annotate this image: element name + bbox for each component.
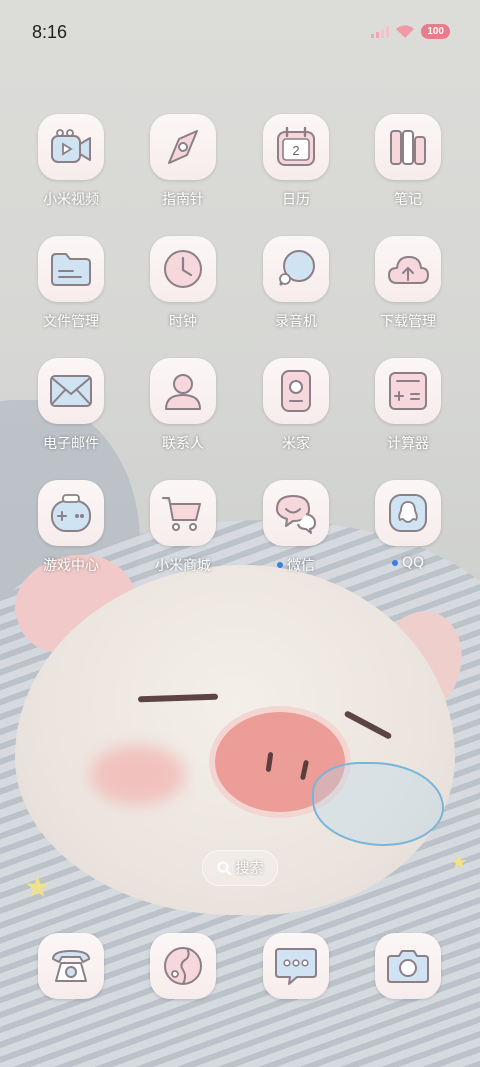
dock-camera[interactable]	[375, 933, 441, 999]
dock-messages[interactable]	[263, 933, 329, 999]
shopping-cart-icon	[162, 497, 201, 531]
clock-icon	[164, 250, 202, 288]
app-calculator[interactable]: 计算器	[352, 358, 464, 453]
app-calendar[interactable]: 2 日历	[240, 114, 352, 209]
wechat-icon	[276, 495, 316, 534]
phone-icon	[52, 950, 90, 982]
app-contacts[interactable]: 联系人	[127, 358, 239, 453]
app-label: 下载管理	[380, 314, 436, 330]
app-label: 日历	[282, 192, 310, 208]
app-label: QQ	[401, 555, 425, 571]
app-label: 微信	[287, 558, 315, 574]
cloud-download-icon	[388, 256, 429, 284]
recorder-icon	[279, 250, 315, 286]
app-label: 联系人	[162, 436, 204, 452]
app-label: 小米商城	[155, 558, 211, 574]
app-clock[interactable]: 时钟	[127, 236, 239, 331]
app-label: 录音机	[275, 314, 317, 330]
app-label: 游戏中心	[43, 558, 99, 574]
app-label: 指南针	[162, 192, 204, 208]
search-icon	[217, 861, 231, 875]
notification-dot	[391, 560, 398, 566]
contact-icon	[165, 374, 201, 410]
mail-icon	[50, 375, 92, 407]
search-button[interactable]: 搜索	[202, 850, 278, 886]
folder-icon	[51, 253, 91, 286]
compass-icon	[168, 130, 198, 164]
app-game-center[interactable]: 游戏中心	[15, 480, 127, 575]
app-mijia[interactable]: 米家	[240, 358, 352, 453]
app-recorder[interactable]: 录音机	[240, 236, 352, 331]
star-icon: ★	[450, 850, 468, 874]
wifi-icon	[396, 24, 415, 38]
status-bar: 8:16 100	[0, 0, 480, 70]
qq-penguin-icon	[389, 494, 427, 532]
calendar-icon: 2	[277, 126, 315, 166]
app-file-manager[interactable]: 文件管理	[15, 236, 127, 331]
app-qq[interactable]: QQ	[352, 480, 464, 571]
app-compass[interactable]: 指南针	[127, 114, 239, 209]
battery-indicator: 100	[421, 24, 450, 39]
notes-icon	[390, 130, 426, 165]
app-label: 文件管理	[43, 314, 99, 330]
dock-phone[interactable]	[38, 933, 104, 999]
app-wechat[interactable]: 微信	[240, 480, 352, 575]
app-label: 计算器	[387, 436, 429, 452]
video-camera-icon	[51, 129, 91, 163]
dock-browser[interactable]	[150, 933, 216, 999]
app-label: 时钟	[169, 314, 197, 330]
messages-icon	[275, 948, 317, 985]
app-notes[interactable]: 笔记	[352, 114, 464, 209]
app-label: 电子邮件	[43, 436, 99, 452]
calculator-icon	[389, 372, 427, 410]
gamepad-icon	[51, 494, 91, 532]
app-mi-video[interactable]: 小米视频	[15, 114, 127, 209]
app-email[interactable]: 电子邮件	[15, 358, 127, 453]
camera-icon	[387, 950, 429, 983]
signal-icon	[371, 25, 390, 38]
app-mi-store[interactable]: 小米商城	[127, 480, 239, 575]
mijia-icon	[281, 370, 311, 412]
app-label: 小米视频	[43, 192, 99, 208]
browser-icon	[164, 947, 202, 985]
clock-time: 8:16	[32, 22, 68, 42]
app-label: 笔记	[394, 192, 422, 208]
star-icon: ★	[24, 870, 51, 905]
app-label: 米家	[282, 436, 310, 452]
app-download-manager[interactable]: 下载管理	[352, 236, 464, 331]
search-label: 搜索	[235, 861, 264, 877]
notification-dot	[277, 562, 283, 568]
calendar-day: 2	[292, 143, 299, 158]
